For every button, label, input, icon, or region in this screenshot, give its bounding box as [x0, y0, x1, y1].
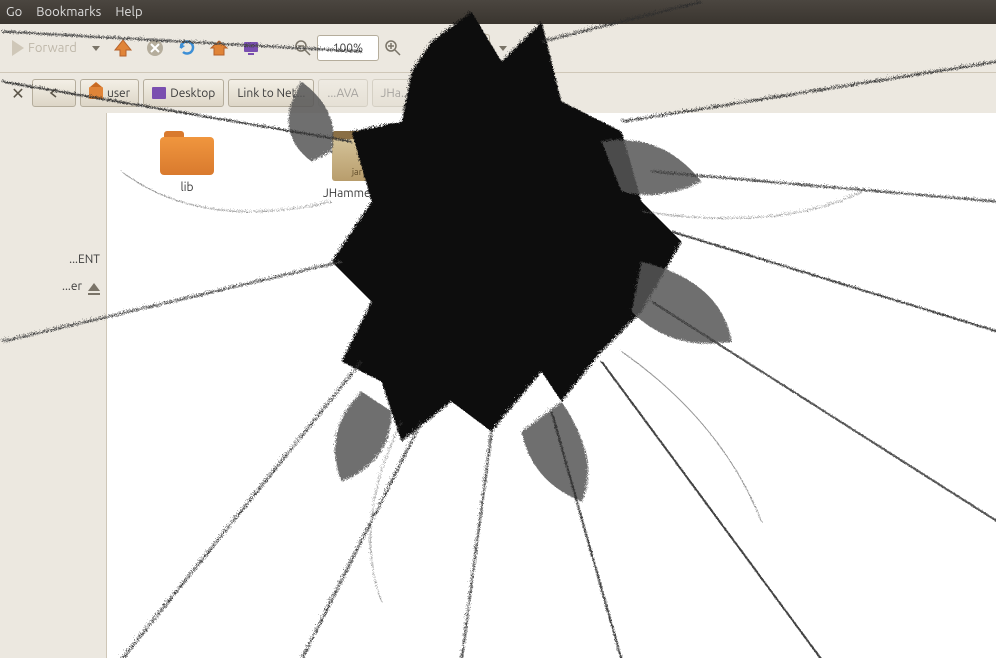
- zoom-value[interactable]: 100%: [317, 35, 379, 61]
- menubar: Go Bookmarks Help: [0, 0, 996, 24]
- home-mini-icon: [89, 87, 103, 99]
- path-link[interactable]: Link to Net...: [228, 79, 314, 107]
- path-desktop-label: Desktop: [170, 87, 215, 100]
- home-icon: [209, 38, 229, 58]
- search-icon: [526, 38, 546, 58]
- path-user-label: user: [107, 87, 130, 100]
- body: ...ENT ...er lib jar JHammer.jar: [0, 113, 996, 658]
- forward-dropdown[interactable]: [87, 34, 105, 62]
- home-button[interactable]: [205, 34, 233, 62]
- folder-icon: [160, 131, 214, 175]
- path-java[interactable]: ...AVA: [318, 79, 367, 107]
- main-toolbar: Forward 100% View: [0, 24, 996, 73]
- path-dist[interactable]: dist: [423, 79, 461, 107]
- folder-lib-label: lib: [180, 181, 193, 194]
- close-panel-button[interactable]: ✕: [8, 84, 28, 103]
- menu-go[interactable]: Go: [6, 5, 22, 19]
- forward-button[interactable]: Forward: [6, 40, 83, 56]
- stop-icon: [145, 38, 165, 58]
- computer-button[interactable]: [237, 34, 265, 62]
- desktop-mini-icon: [152, 87, 166, 99]
- zoom-group: 100%: [289, 34, 407, 62]
- zoom-in-button[interactable]: [379, 34, 407, 62]
- path-bar: ✕ user Desktop Link to Net... ...AVA JHa…: [0, 73, 996, 113]
- reload-button[interactable]: [173, 34, 201, 62]
- sidebar-item-1[interactable]: ...ENT: [0, 253, 100, 266]
- chevron-left-icon: [49, 88, 59, 98]
- sidebar: ...ENT ...er: [0, 113, 107, 658]
- zoom-out-icon: [294, 39, 312, 57]
- up-button[interactable]: [109, 34, 137, 62]
- menu-help[interactable]: Help: [115, 5, 142, 19]
- forward-label: Forward: [28, 41, 77, 55]
- menu-bookmarks[interactable]: Bookmarks: [36, 5, 101, 19]
- sidebar-item-2[interactable]: ...er: [0, 280, 100, 293]
- path-back-button[interactable]: [32, 79, 76, 107]
- reload-icon: [177, 38, 197, 58]
- view-dropdown[interactable]: [494, 34, 512, 62]
- search-button[interactable]: [522, 34, 550, 62]
- forward-arrow-icon: [12, 40, 24, 56]
- file-jhammer-label: JHammer.jar: [323, 187, 391, 200]
- stop-button[interactable]: [141, 34, 169, 62]
- sidebar-item-1-label: ...ENT: [69, 253, 100, 266]
- view-label: View: [452, 42, 479, 55]
- sidebar-item-2-label: ...er: [62, 280, 82, 293]
- up-arrow-icon: [113, 38, 133, 58]
- view-button[interactable]: View: [441, 34, 490, 62]
- computer-icon: [241, 38, 261, 58]
- path-user[interactable]: user: [80, 79, 139, 107]
- path-jham[interactable]: JHa...: [372, 79, 419, 107]
- zoom-in-icon: [384, 39, 402, 57]
- eject-icon[interactable]: [88, 283, 100, 291]
- file-jhammer-jar[interactable]: jar JHammer.jar: [307, 131, 407, 200]
- path-desktop[interactable]: Desktop: [143, 79, 224, 107]
- zoom-out-button[interactable]: [289, 34, 317, 62]
- file-pane[interactable]: lib jar JHammer.jar: [107, 113, 996, 658]
- folder-lib[interactable]: lib: [137, 131, 237, 194]
- jar-icon: jar: [332, 131, 382, 181]
